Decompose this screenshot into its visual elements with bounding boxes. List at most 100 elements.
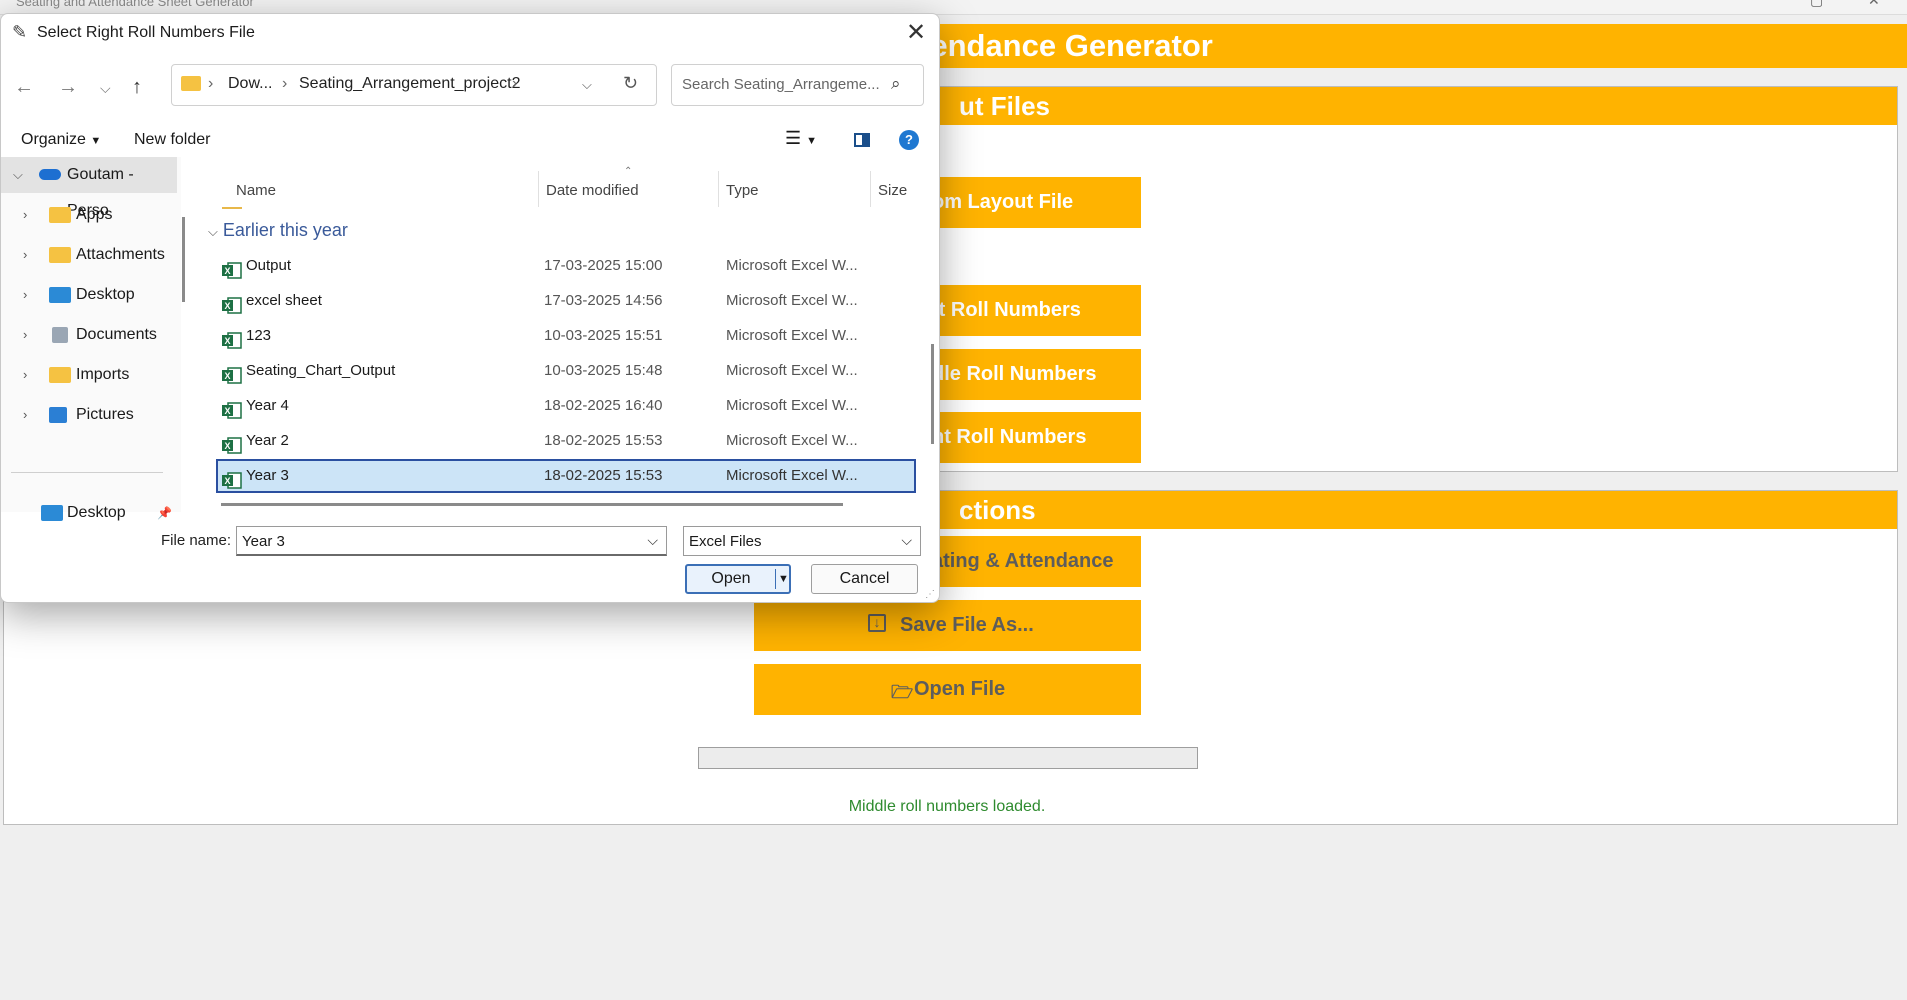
sidebar-scrollbar[interactable] xyxy=(182,217,185,302)
column-header-size[interactable]: Size xyxy=(878,182,907,199)
group-header[interactable]: ⌵ Earlier this year xyxy=(208,220,348,241)
svg-text:X: X xyxy=(225,336,231,346)
organize-menu[interactable]: Organize ▼ xyxy=(21,131,101,149)
chevron-down-icon[interactable]: ⌵ xyxy=(647,532,658,549)
address-bar[interactable]: › Dow... › Seating_Arrangement_project2 … xyxy=(171,64,657,106)
app-window-title: Seating and Attendance Sheet Generator xyxy=(16,0,254,9)
svg-text:X: X xyxy=(225,266,231,276)
search-icon: ⌕ xyxy=(891,74,901,93)
vertical-scrollbar[interactable] xyxy=(931,344,934,444)
excel-file-icon: X xyxy=(222,258,242,279)
horizontal-scrollbar[interactable] xyxy=(221,503,843,506)
file-row[interactable]: X Seating_Chart_Output 10-03-2025 15:48 … xyxy=(216,354,916,388)
address-history-chevron-icon[interactable]: ⌵ xyxy=(582,77,592,93)
refresh-icon[interactable]: ↻ xyxy=(623,73,638,94)
sidebar-item-pinned-desktop[interactable]: Desktop 📌 xyxy=(1,495,177,531)
open-button[interactable]: Open ▼ xyxy=(685,564,791,594)
preview-pane-icon[interactable] xyxy=(854,133,870,147)
folder-icon xyxy=(49,367,71,383)
back-arrow-icon[interactable]: ← xyxy=(14,76,34,99)
input-files-title: ut Files xyxy=(959,91,1051,121)
caret-down-icon[interactable]: ▼ xyxy=(778,566,789,592)
file-list: Name Date modified ⌃ Type Size ⌵ Earlier… xyxy=(194,166,924,511)
expand-chevron-icon: ⌵ xyxy=(13,167,23,182)
pin-icon: 📌 xyxy=(157,506,172,520)
help-icon[interactable]: ? xyxy=(899,130,919,150)
excel-file-icon: X xyxy=(222,433,242,454)
split-divider xyxy=(775,569,776,589)
column-divider[interactable] xyxy=(538,171,539,207)
expand-chevron-icon: › xyxy=(23,207,28,222)
cloud-icon xyxy=(39,169,61,180)
open-file-button[interactable]: 🗁 Open File xyxy=(754,664,1141,715)
sidebar-item-attachments[interactable]: › Attachments xyxy=(1,237,177,273)
column-divider[interactable] xyxy=(870,171,871,207)
sidebar-item-onedrive[interactable]: ⌵ Goutam - Perso xyxy=(1,157,177,219)
file-row[interactable]: X Year 2 18-02-2025 15:53 Microsoft Exce… xyxy=(216,424,916,458)
excel-file-icon: X xyxy=(222,468,242,489)
sidebar-item-desktop[interactable]: › Desktop xyxy=(1,277,177,313)
dialog-title: Select Right Roll Numbers File xyxy=(37,24,255,41)
expand-chevron-icon: › xyxy=(23,407,28,422)
app-close-icon[interactable]: ✕ xyxy=(1868,0,1880,9)
navigation-pane: ⌵ Goutam - Perso › Apps › Attachments › … xyxy=(1,157,181,521)
svg-text:X: X xyxy=(225,441,231,451)
file-name-input[interactable]: Year 3 ⌵ xyxy=(236,526,667,556)
file-type-value: Excel Files xyxy=(689,533,762,550)
expand-chevron-icon: › xyxy=(23,367,28,382)
file-open-dialog: ✎ Select Right Roll Numbers File ✕ ← → ⌵… xyxy=(0,13,940,603)
sidebar-divider xyxy=(11,472,163,473)
file-row[interactable]: X Year 4 18-02-2025 16:40 Microsoft Exce… xyxy=(216,389,916,423)
new-folder-button[interactable]: New folder xyxy=(134,131,210,149)
column-header-name[interactable]: Name xyxy=(236,182,276,199)
view-menu-icon[interactable]: ☰ ▼ xyxy=(785,128,817,149)
svg-text:X: X xyxy=(225,301,231,311)
expand-chevron-icon: › xyxy=(23,247,28,262)
sidebar-item-documents[interactable]: › Documents xyxy=(1,317,177,353)
sidebar-item-imports[interactable]: › Imports xyxy=(1,357,177,393)
actions-title: ctions xyxy=(959,495,1036,525)
desktop-icon xyxy=(41,505,63,521)
collapse-chevron-icon: ⌵ xyxy=(208,224,218,239)
breadcrumb-segment[interactable]: Seating_Arrangement_project2 xyxy=(299,75,520,93)
desktop-icon xyxy=(49,287,71,303)
column-header-type[interactable]: Type xyxy=(726,182,759,199)
save-as-button[interactable]: ↓ Save File As... xyxy=(754,600,1141,651)
pictures-icon xyxy=(49,407,67,423)
file-row[interactable]: X excel sheet 17-03-2025 14:56 Microsoft… xyxy=(216,284,916,318)
excel-file-icon: X xyxy=(222,363,242,384)
sidebar-item-apps[interactable]: › Apps xyxy=(1,197,177,233)
svg-text:X: X xyxy=(225,476,231,486)
search-placeholder: Search Seating_Arrangeme... xyxy=(682,76,880,93)
sidebar-item-pictures[interactable]: › Pictures xyxy=(1,397,177,433)
name-sort-indicator xyxy=(222,207,242,209)
resize-grip-icon[interactable]: ⋰ xyxy=(925,589,935,600)
column-divider[interactable] xyxy=(718,171,719,207)
caret-down-icon: ▼ xyxy=(90,135,102,147)
file-type-select[interactable]: Excel Files ⌵ xyxy=(683,526,921,556)
up-arrow-icon[interactable]: ↑ xyxy=(132,76,142,99)
file-name-label: File name: xyxy=(161,532,232,549)
forward-arrow-icon[interactable]: → xyxy=(58,76,78,99)
file-row[interactable]: X Output 17-03-2025 15:00 Microsoft Exce… xyxy=(216,249,916,283)
excel-file-icon: X xyxy=(222,398,242,419)
recent-chevron-icon[interactable]: ⌵ xyxy=(100,80,111,97)
close-icon[interactable]: ✕ xyxy=(906,18,926,47)
folder-icon xyxy=(49,207,71,223)
breadcrumb-separator-icon: › xyxy=(282,75,288,92)
progress-bar xyxy=(698,747,1198,769)
feather-icon: ✎ xyxy=(12,22,28,42)
file-row-selected[interactable]: X Year 3 18-02-2025 15:53 Microsoft Exce… xyxy=(216,459,916,493)
maximize-icon[interactable]: ▢ xyxy=(1810,0,1823,9)
expand-chevron-icon: › xyxy=(23,327,28,342)
search-input[interactable]: Search Seating_Arrangeme... ⌕ xyxy=(671,64,924,106)
main-title: tendance Generator xyxy=(920,28,1213,63)
excel-file-icon: X xyxy=(222,328,242,349)
breadcrumb-segment[interactable]: Dow... xyxy=(228,75,272,93)
chevron-down-icon: ⌵ xyxy=(901,532,912,548)
sort-caret-icon: ⌃ xyxy=(624,166,633,177)
cancel-button[interactable]: Cancel xyxy=(811,564,918,594)
file-row[interactable]: X 123 10-03-2025 15:51 Microsoft Excel W… xyxy=(216,319,916,353)
breadcrumb-separator-icon: › xyxy=(512,75,518,92)
column-header-date[interactable]: Date modified xyxy=(546,182,639,199)
